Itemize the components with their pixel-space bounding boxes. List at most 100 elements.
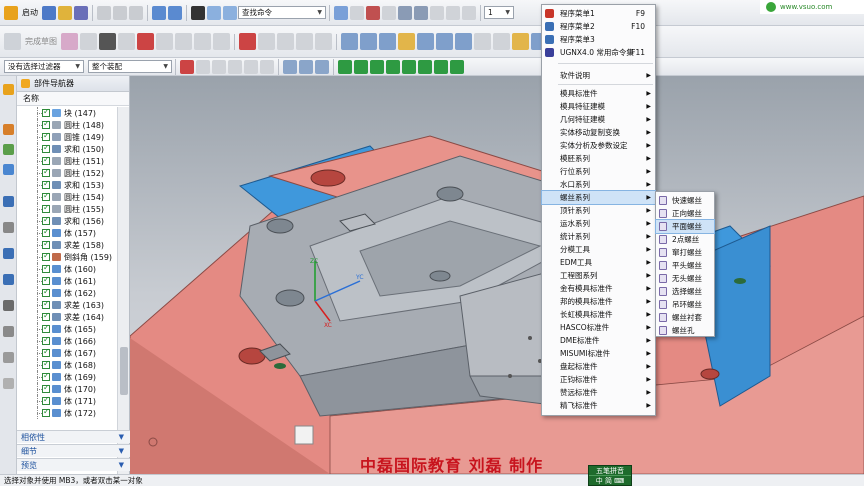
submenu-item[interactable]: 螺丝孔 <box>656 324 714 337</box>
menu-item[interactable]: 螺丝系列 ▶ <box>541 190 656 205</box>
visibility-checkbox[interactable] <box>42 371 50 381</box>
spline-icon[interactable] <box>213 33 230 50</box>
line-icon[interactable] <box>80 33 97 50</box>
type-filter-select[interactable]: 没有选择过滤器 ▼ <box>4 60 84 73</box>
tree-item[interactable]: 圆柱 (148) <box>17 119 117 131</box>
tree-item[interactable]: 体 (161) <box>17 275 117 287</box>
menu-item[interactable]: MISUMI标准件 ▶ <box>542 347 655 360</box>
submenu-item[interactable]: 螺丝衬套 <box>656 311 714 324</box>
process-studio-icon[interactable] <box>3 300 14 311</box>
tree-item[interactable]: 圆柱 (154) <box>17 191 117 203</box>
trim-icon[interactable] <box>239 33 256 50</box>
groove-icon[interactable] <box>474 33 491 50</box>
graphics-window[interactable]: ZC XC YC <box>130 76 864 474</box>
visibility-checkbox[interactable] <box>42 251 50 261</box>
menu-item[interactable]: 正钧标准件 ▶ <box>542 373 655 386</box>
snap-intersect-icon[interactable] <box>244 59 258 74</box>
rotate-icon[interactable] <box>462 5 476 20</box>
mold-base-model[interactable] <box>130 76 864 474</box>
menu-item[interactable]: 水口系列 ▶ <box>542 178 655 191</box>
select-body-icon[interactable] <box>299 59 313 74</box>
clock-icon[interactable] <box>3 274 14 285</box>
submenu-item[interactable]: 正向螺丝 <box>656 207 714 220</box>
visibility-checkbox[interactable] <box>42 407 50 417</box>
snap-point-icon[interactable] <box>180 59 194 74</box>
visibility-checkbox[interactable] <box>42 287 50 297</box>
visibility-checkbox[interactable] <box>42 227 50 237</box>
wireframe-icon[interactable] <box>382 5 396 20</box>
delete-icon[interactable] <box>191 5 205 20</box>
revolve-icon[interactable] <box>360 33 377 50</box>
fit-icon[interactable] <box>414 5 428 20</box>
visibility-checkbox[interactable] <box>42 131 50 141</box>
new-file-icon[interactable] <box>42 5 56 20</box>
open-file-icon[interactable] <box>58 5 72 20</box>
part-navigator-icon[interactable] <box>3 144 14 155</box>
extend-icon[interactable] <box>258 33 275 50</box>
view-icon[interactable] <box>334 5 348 20</box>
offset-icon[interactable] <box>296 33 313 50</box>
extrude-icon[interactable] <box>341 33 358 50</box>
tree-item[interactable]: 求差 (163) <box>17 299 117 311</box>
tree-item[interactable]: 体 (162) <box>17 287 117 299</box>
fillet-icon[interactable] <box>156 33 173 50</box>
tree-item[interactable]: 圆锥 (149) <box>17 131 117 143</box>
menu-item[interactable]: 工程图系列 ▶ <box>542 269 655 282</box>
shade-icon[interactable] <box>366 5 380 20</box>
menu-item[interactable]: 统计系列 ▶ <box>542 230 655 243</box>
visibility-checkbox[interactable] <box>42 323 50 333</box>
menu-item[interactable]: 实体分析及参数设定 ▶ <box>542 139 655 152</box>
zoom-icon[interactable] <box>430 5 444 20</box>
visibility-checkbox[interactable] <box>42 239 50 249</box>
finish-sketch-button[interactable]: 完成草图 <box>22 36 60 47</box>
panel-preview[interactable]: 预览 ▼ <box>17 458 130 471</box>
tree-item[interactable]: 体 (157) <box>17 227 117 239</box>
start-icon[interactable] <box>4 5 18 20</box>
menu-item[interactable]: 长虹模具标准件 ▶ <box>542 308 655 321</box>
layer-icon[interactable] <box>350 5 364 20</box>
arc-icon[interactable] <box>118 33 135 50</box>
visibility-checkbox[interactable] <box>42 179 50 189</box>
snap-perp-icon[interactable] <box>450 59 464 74</box>
menu-item[interactable]: 行位系列 ▶ <box>542 165 655 178</box>
submenu-item[interactable]: 吊环螺丝 <box>656 298 714 311</box>
panel-details[interactable]: 细节 ▼ <box>17 444 130 457</box>
tree-item[interactable]: 体 (165) <box>17 323 117 335</box>
snap-arc-icon[interactable] <box>386 59 400 74</box>
tree-item[interactable]: 求差 (164) <box>17 311 117 323</box>
hole-icon[interactable] <box>379 33 396 50</box>
tree-item[interactable]: 求和 (153) <box>17 179 117 191</box>
constraint-icon[interactable] <box>3 124 14 135</box>
history-icon[interactable] <box>3 222 14 233</box>
slot-icon[interactable] <box>455 33 472 50</box>
circle-icon[interactable] <box>137 33 154 50</box>
snap-tangent-icon[interactable] <box>434 59 448 74</box>
tree-item[interactable]: 体 (171) <box>17 395 117 407</box>
snap-end-icon[interactable] <box>196 59 210 74</box>
visibility-checkbox[interactable] <box>42 347 50 357</box>
menu-item[interactable]: DME标准件 ▶ <box>542 334 655 347</box>
menu-item[interactable]: 顶针系列 ▶ <box>542 204 655 217</box>
start-button[interactable]: 启动 <box>19 7 41 18</box>
rectangle-icon[interactable] <box>175 33 192 50</box>
visibility-checkbox[interactable] <box>42 167 50 177</box>
system-materials-icon[interactable] <box>3 248 14 259</box>
web-browser-icon[interactable] <box>3 196 14 207</box>
menu-item-program-3[interactable]: 程序菜单3 <box>542 33 655 46</box>
panel-dependencies[interactable]: 相依性 ▼ <box>17 430 130 443</box>
menu-item[interactable]: 盘起标准件 ▶ <box>542 360 655 373</box>
tree-item[interactable]: 圆柱 (155) <box>17 203 117 215</box>
copy-icon[interactable] <box>113 5 127 20</box>
assembly-scope-select[interactable]: 整个装配 ▼ <box>88 60 172 73</box>
pad-icon[interactable] <box>436 33 453 50</box>
menu-item[interactable]: 运水系列 ▶ <box>542 217 655 230</box>
menu-item-program-2[interactable]: 程序菜单2 F10 <box>542 20 655 33</box>
roles-icon[interactable] <box>3 352 14 363</box>
visibility-checkbox[interactable] <box>42 383 50 393</box>
menu-item[interactable]: 分模工具 ▶ <box>542 243 655 256</box>
pocket-icon[interactable] <box>417 33 434 50</box>
tree-item[interactable]: 求和 (150) <box>17 143 117 155</box>
tree-item[interactable]: 圆柱 (152) <box>17 167 117 179</box>
submenu-item[interactable]: 无头螺丝 <box>656 272 714 285</box>
scrollbar-thumb[interactable] <box>120 347 128 395</box>
